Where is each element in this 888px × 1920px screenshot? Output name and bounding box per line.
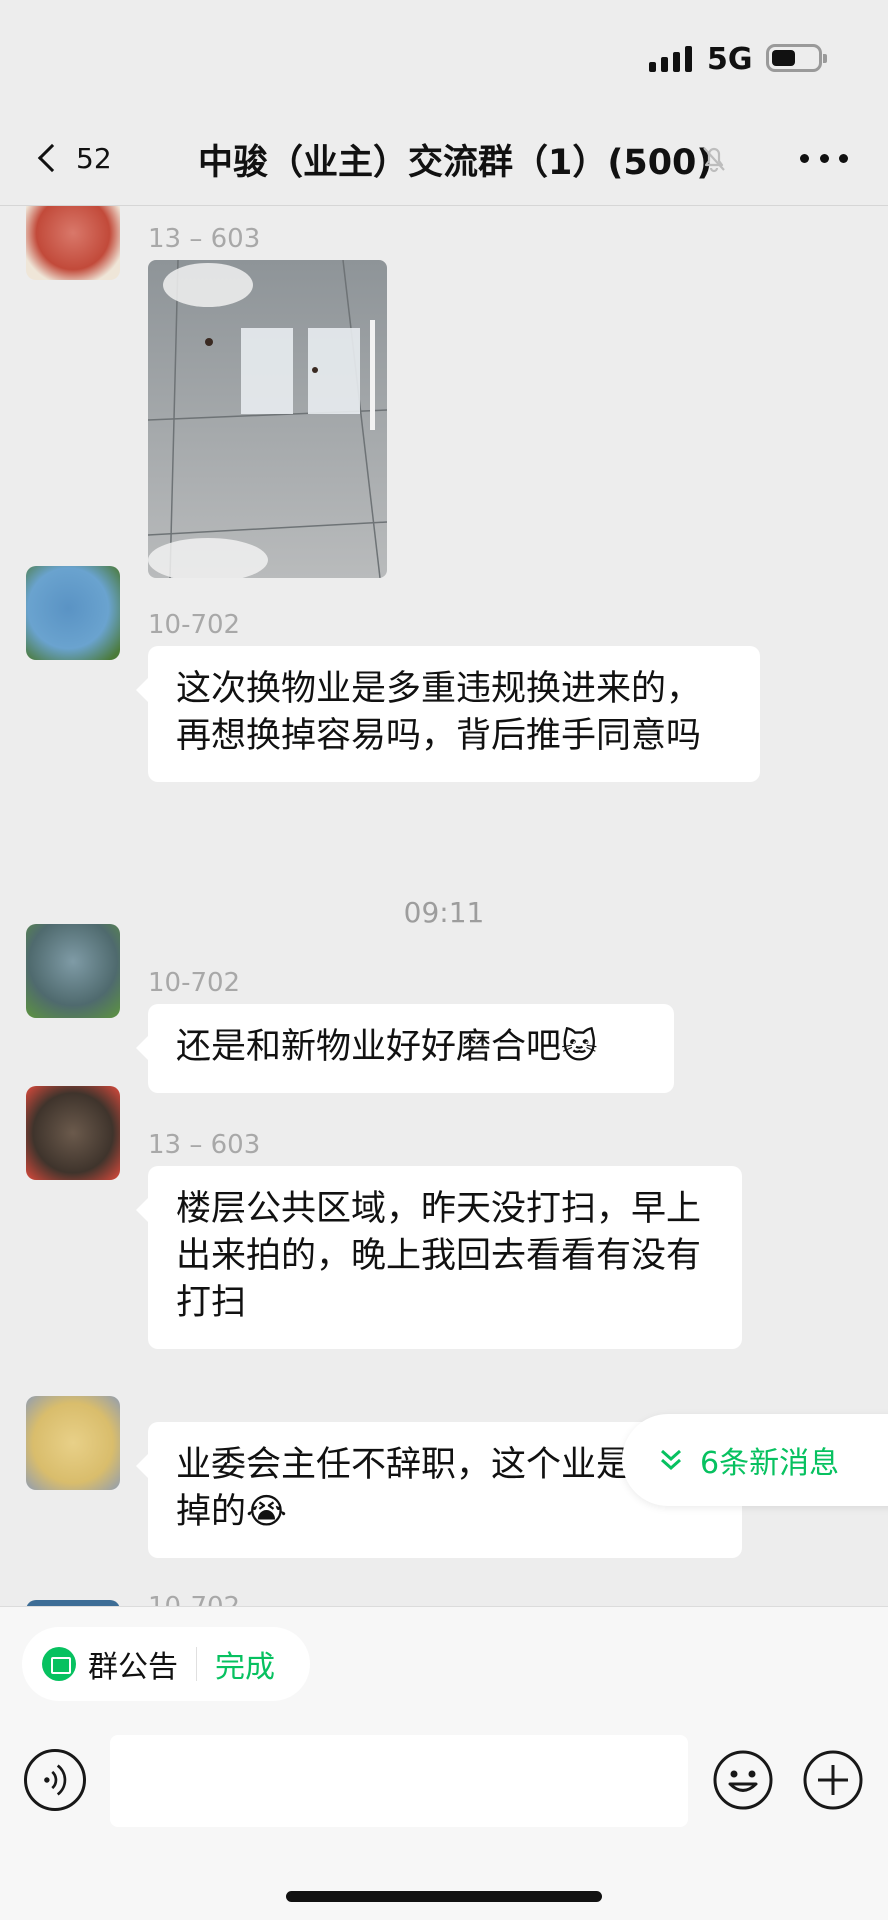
status-bar: 5G [0,0,888,110]
message-input[interactable] [110,1735,688,1827]
back-button[interactable]: 52 [32,134,112,182]
sender-name: 10-702 [148,1592,240,1606]
done-button[interactable]: 完成 [215,1642,275,1686]
avatar[interactable] [26,1396,120,1490]
sender-name: 10-702 [148,610,241,640]
sender-name: 13 – 603 [148,224,261,254]
notice-icon [42,1647,76,1681]
voice-icon[interactable] [24,1749,86,1811]
page-title: 中骏（业主）交流群（1）(500) [198,143,713,183]
avatar[interactable] [26,206,120,280]
group-notice-label: 群公告 [88,1650,178,1685]
photo-message[interactable] [148,260,387,578]
sender-name: 10-702 [148,968,241,998]
bottom-input-area: 群公告 完成 [0,1606,888,1920]
more-button[interactable] [800,148,848,168]
message-bubble[interactable]: 楼层公共区域，昨天没打扫，早上出来拍的，晚上我回去看看有没有打扫 [136,1166,742,1349]
avatar[interactable] [26,566,120,660]
message-bubble[interactable]: 这次换物业是多重违规换进来的，再想换掉容易吗，背后推手同意吗 [136,646,760,782]
mute-bell-icon [703,147,725,173]
new-messages-label: 6条新消息 [700,1446,840,1481]
message-bubble[interactable]: 还是和新物业好好磨合吧🐱 [136,1004,674,1093]
time-divider: 09:11 [403,896,485,929]
nav-bar: 52 中骏（业主）交流群（1）(500) [0,110,888,206]
plus-icon[interactable] [802,1749,864,1811]
group-notice-chip[interactable]: 群公告 完成 [22,1627,310,1701]
floor-photo-image [148,260,387,578]
divider [196,1647,197,1681]
sender-name: 13 – 603 [148,1130,261,1160]
battery-icon [766,44,827,72]
double-chevron-down-icon [661,1449,681,1471]
avatar[interactable] [26,924,120,1018]
back-chevron-icon [37,143,67,173]
new-messages-button[interactable]: 6条新消息 [622,1414,888,1506]
signal-icon [649,46,693,72]
emoji-icon[interactable] [712,1749,774,1811]
chat-area[interactable]: 13 – 603 10-702 这次换物业是多重违规换进来的，再想换掉容易吗，背… [0,206,888,1606]
network-label: 5G [707,42,753,77]
unread-count: 52 [76,141,112,175]
home-indicator [286,1891,602,1902]
avatar[interactable] [26,1086,120,1180]
